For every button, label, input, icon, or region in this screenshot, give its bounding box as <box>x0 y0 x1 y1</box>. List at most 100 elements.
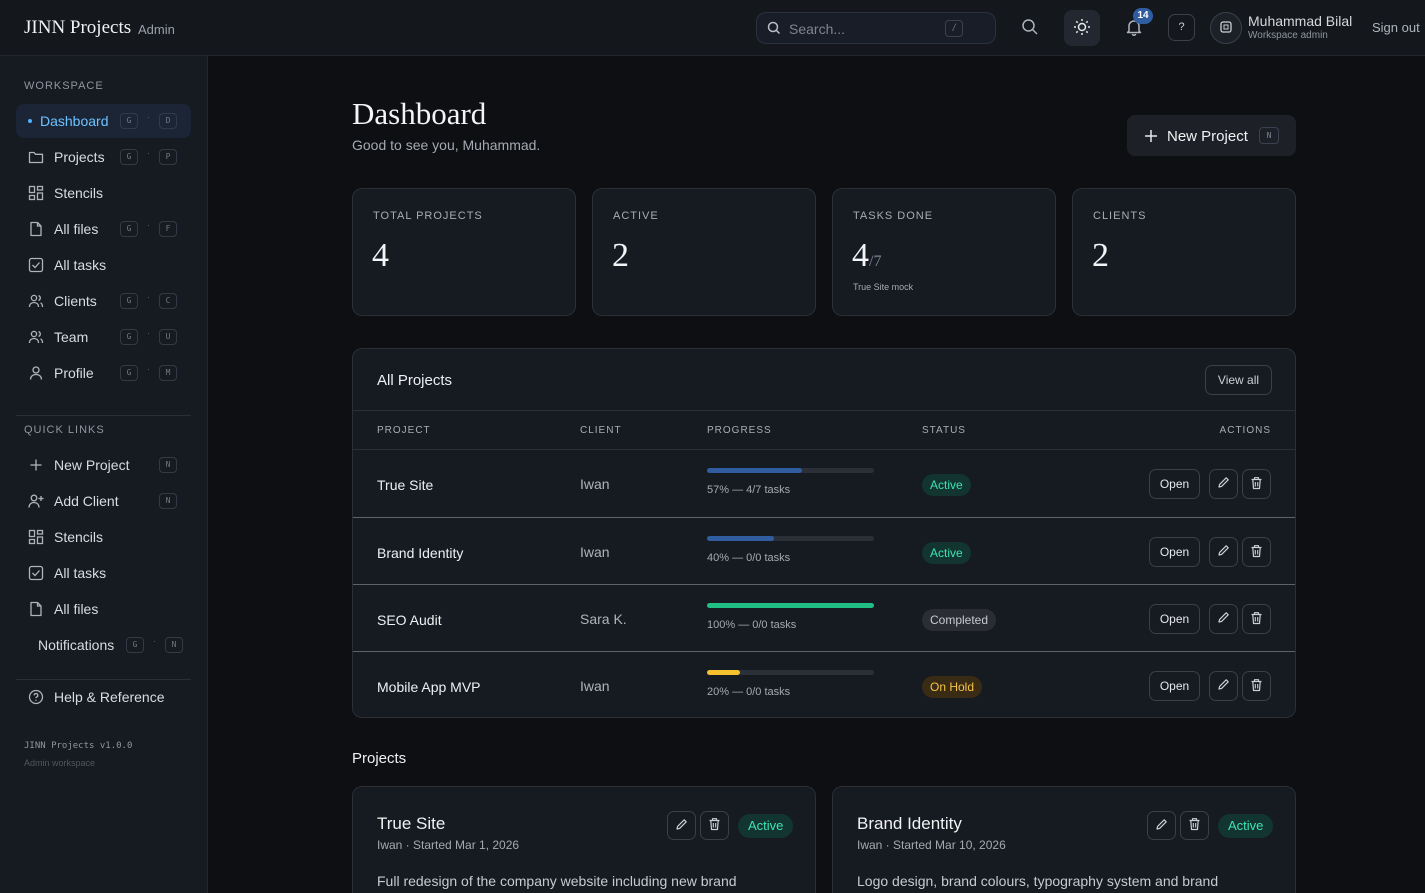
avatar[interactable] <box>1210 12 1242 44</box>
edit-button[interactable] <box>1209 671 1238 701</box>
open-button[interactable]: Open <box>1149 469 1200 499</box>
sidebar-heading-workspace: WORKSPACE <box>24 80 104 92</box>
sidebar-item-all-files[interactable]: All files <box>16 592 191 626</box>
app-brand[interactable]: JINN Projects <box>24 17 131 39</box>
status-badge: On Hold <box>922 676 983 698</box>
column-header-project: PROJECT <box>377 425 431 436</box>
shortcut-key: D <box>159 113 177 129</box>
edit-button[interactable] <box>1209 469 1238 499</box>
sidebar-item-label: All files <box>54 221 99 237</box>
edit-button[interactable] <box>1147 811 1176 840</box>
view-all-button[interactable]: View all <box>1205 365 1272 395</box>
client-name: Iwan <box>580 678 610 694</box>
app-version: JINN Projects v1.0.0 <box>24 741 133 751</box>
status-badge: Active <box>922 474 971 496</box>
search-button[interactable] <box>1012 10 1048 46</box>
project-card-title[interactable]: True Site <box>377 814 445 834</box>
project-name[interactable]: SEO Audit <box>377 612 442 628</box>
theme-toggle-button[interactable] <box>1064 10 1100 46</box>
delete-button[interactable] <box>1242 469 1271 499</box>
shortcut-key: G <box>120 329 138 345</box>
delete-button[interactable] <box>1242 537 1271 567</box>
workspace-note: Admin workspace <box>24 758 96 768</box>
user-name[interactable]: Muhammad Bilal <box>1248 13 1352 29</box>
sidebar-item-all-tasks[interactable]: All tasks <box>16 556 191 590</box>
sidebar-item-label: Help & Reference <box>54 689 165 705</box>
sidebar-item-notifications[interactable]: Notifications G · N <box>16 628 191 662</box>
plus-icon <box>28 457 44 473</box>
stat-card-active: ACTIVE 2 <box>592 188 816 316</box>
delete-button[interactable] <box>1242 671 1271 701</box>
delete-button[interactable] <box>1242 604 1271 634</box>
checkbox-icon <box>28 565 44 581</box>
sidebar-item-stencils[interactable]: Stencils <box>16 520 191 554</box>
shortcut-key: U <box>159 329 177 345</box>
stat-label: CLIENTS <box>1093 210 1147 222</box>
sidebar-item-all-files[interactable]: All files G · F <box>16 212 191 246</box>
column-header-actions: ACTIONS <box>1219 425 1271 436</box>
sidebar-item-label: Team <box>54 329 89 345</box>
sidebar: WORKSPACE Dashboard G · D Projects G · P Stencil… <box>0 56 208 893</box>
sidebar-item-dashboard[interactable]: Dashboard G · D <box>16 104 191 138</box>
sidebar-item-label: Projects <box>54 149 105 165</box>
sidebar-item-all-tasks[interactable]: All tasks <box>16 248 191 282</box>
status-badge: Completed <box>922 609 997 631</box>
edit-button[interactable] <box>667 811 696 840</box>
project-card-title[interactable]: Brand Identity <box>857 814 962 834</box>
shortcut-key: G <box>126 637 144 653</box>
pencil-icon <box>1217 611 1230 627</box>
shortcut-key: N <box>165 637 183 653</box>
stat-number: 2 <box>1092 237 1109 274</box>
delete-button[interactable] <box>700 811 729 840</box>
sidebar-item-label: Profile <box>54 365 94 381</box>
sidebar-item-label: Notifications <box>38 637 115 653</box>
sidebar-item-new-project[interactable]: New Project N <box>16 448 191 482</box>
shortcut-key: F <box>159 221 177 237</box>
project-name[interactable]: Brand Identity <box>377 545 463 561</box>
file-icon <box>28 601 44 617</box>
users-icon <box>28 293 44 309</box>
sidebar-item-clients[interactable]: Clients G · C <box>16 284 191 318</box>
open-button[interactable]: Open <box>1149 671 1200 701</box>
open-button[interactable]: Open <box>1149 604 1200 634</box>
sign-out-link[interactable]: Sign out <box>1372 20 1420 35</box>
project-card[interactable]: Brand Identity Iwan · Started Mar 10, 202… <box>832 786 1296 893</box>
delete-button[interactable] <box>1180 811 1209 840</box>
project-card[interactable]: True Site Iwan · Started Mar 1, 2026 Full … <box>352 786 816 893</box>
stat-number: 4 <box>372 237 389 274</box>
sidebar-item-team[interactable]: Team G · U <box>16 320 191 354</box>
column-header-status: STATUS <box>922 425 966 436</box>
sidebar-item-stencils[interactable]: Stencils <box>16 176 191 210</box>
pencil-icon <box>675 818 688 834</box>
grid-icon <box>28 529 44 545</box>
plus-icon <box>1144 125 1158 148</box>
sidebar-item-label: New Project <box>54 457 130 473</box>
trash-icon <box>1250 611 1263 628</box>
stat-number: 2 <box>612 237 629 274</box>
trash-icon <box>708 817 721 834</box>
users-icon <box>28 329 44 345</box>
edit-button[interactable] <box>1209 537 1238 567</box>
sidebar-item-projects[interactable]: Projects G · P <box>16 140 191 174</box>
sidebar-item-label: All files <box>54 601 99 617</box>
search-placeholder: Search... <box>789 21 846 37</box>
help-button[interactable]: ? <box>1168 14 1195 41</box>
shortcut-key: G <box>120 113 138 129</box>
open-button[interactable]: Open <box>1149 537 1200 567</box>
new-project-button[interactable]: New Project N <box>1127 115 1296 156</box>
progress-bar <box>707 468 874 473</box>
sidebar-item-add-client[interactable]: Add Client N <box>16 484 191 518</box>
shortcut-key: C <box>159 293 177 309</box>
stat-label: TOTAL PROJECTS <box>373 210 483 222</box>
trash-icon <box>1250 476 1263 493</box>
edit-button[interactable] <box>1209 604 1238 634</box>
project-name[interactable]: True Site <box>377 477 433 493</box>
stat-card-clients: CLIENTS 2 <box>1072 188 1296 316</box>
sidebar-item-help[interactable]: Help & Reference <box>16 680 191 714</box>
sidebar-item-profile[interactable]: Profile G · M <box>16 356 191 390</box>
project-name[interactable]: Mobile App MVP <box>377 679 481 695</box>
shortcut-separator: · <box>147 148 150 158</box>
search-input[interactable]: Search... / <box>756 12 996 44</box>
status-badge: Active <box>738 814 794 838</box>
pencil-icon <box>1217 544 1230 560</box>
